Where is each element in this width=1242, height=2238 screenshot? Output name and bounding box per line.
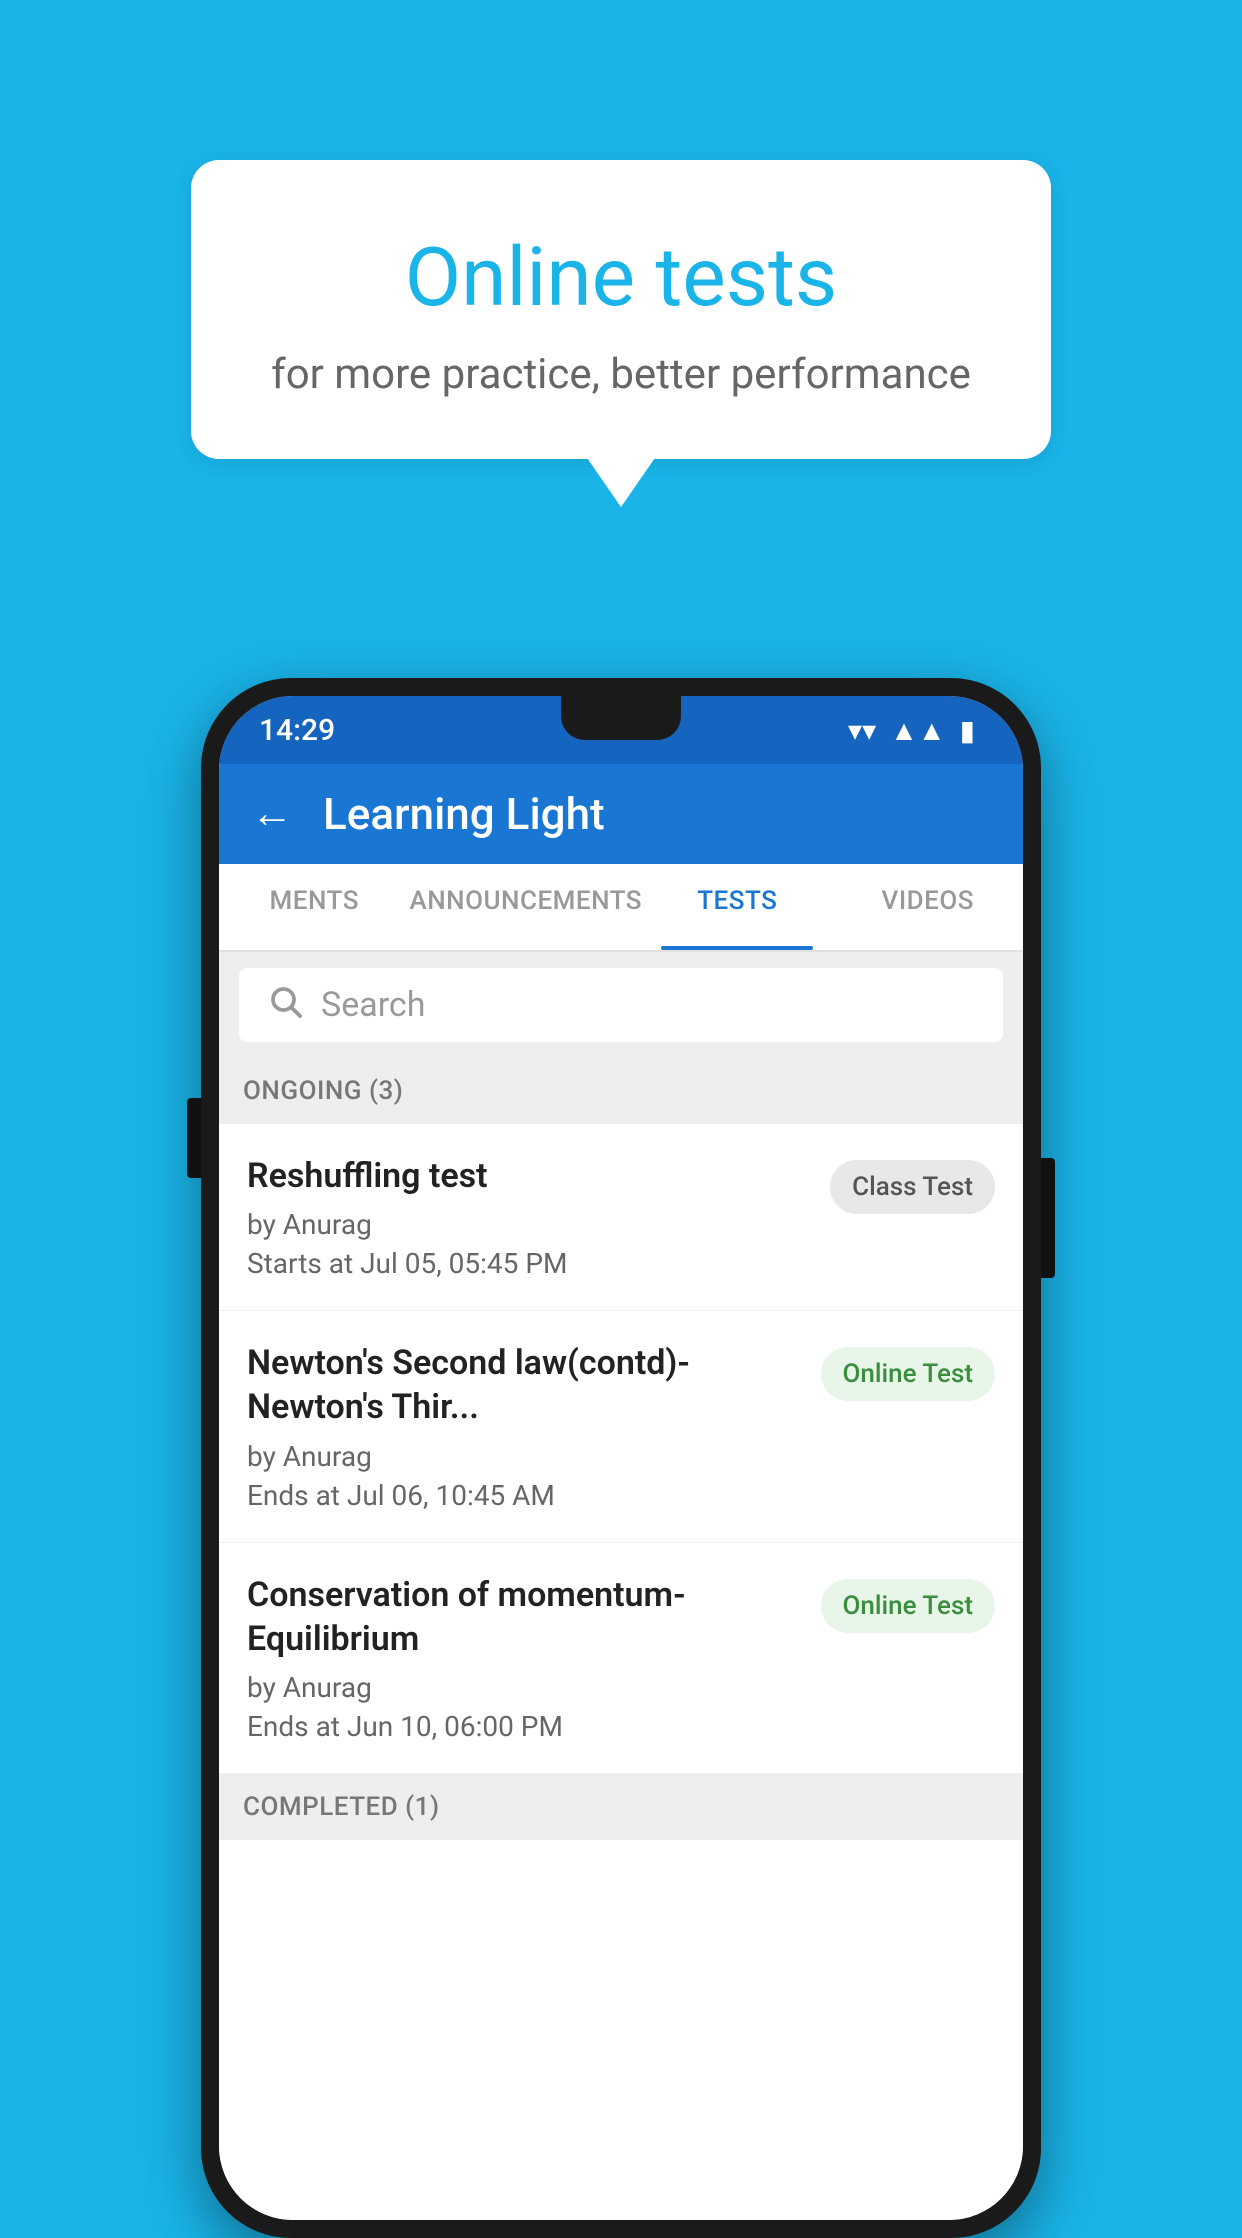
search-icon xyxy=(267,983,303,1028)
speech-bubble: Online tests for more practice, better p… xyxy=(191,160,1051,459)
test-date-conservation: Ends at Jun 10, 06:00 PM xyxy=(247,1710,801,1743)
tab-announcements[interactable]: ANNOUNCEMENTS xyxy=(409,864,642,950)
test-item-newtons[interactable]: Newton's Second law(contd)-Newton's Thir… xyxy=(219,1311,1023,1542)
completed-section-header: COMPLETED (1) xyxy=(219,1774,1023,1840)
phone-screen: 14:29 ▾▾ ▲▲ ▮ ← Learning Light MENTS ANN… xyxy=(219,696,1023,2220)
app-bar-title: Learning Light xyxy=(323,788,605,840)
status-icons: ▾▾ ▲▲ ▮ xyxy=(848,714,975,747)
test-author-reshuffling: by Anurag xyxy=(247,1208,810,1241)
search-bar[interactable]: Search xyxy=(239,968,1003,1042)
app-bar: ← Learning Light xyxy=(219,764,1023,864)
test-date-newtons: Ends at Jul 06, 10:45 AM xyxy=(247,1479,801,1512)
phone-notch xyxy=(561,696,681,740)
test-date-reshuffling: Starts at Jul 05, 05:45 PM xyxy=(247,1247,810,1280)
search-input-placeholder: Search xyxy=(321,985,425,1025)
phone-frame: 14:29 ▾▾ ▲▲ ▮ ← Learning Light MENTS ANN… xyxy=(201,678,1041,2238)
test-badge-class: Class Test xyxy=(830,1160,995,1214)
test-list: Reshuffling test by Anurag Starts at Jul… xyxy=(219,1124,1023,2220)
test-title-reshuffling: Reshuffling test xyxy=(247,1154,810,1198)
test-item-reshuffling[interactable]: Reshuffling test by Anurag Starts at Jul… xyxy=(219,1124,1023,1311)
speech-bubble-container: Online tests for more practice, better p… xyxy=(191,160,1051,459)
test-author-newtons: by Anurag xyxy=(247,1440,801,1473)
test-item-conservation[interactable]: Conservation of momentum-Equilibrium by … xyxy=(219,1543,1023,1774)
status-time: 14:29 xyxy=(259,713,335,748)
wifi-icon: ▾▾ xyxy=(848,714,876,747)
test-author-conservation: by Anurag xyxy=(247,1671,801,1704)
test-badge-online-1: Online Test xyxy=(821,1347,996,1401)
search-container: Search xyxy=(219,952,1023,1058)
test-info-reshuffling: Reshuffling test by Anurag Starts at Jul… xyxy=(247,1154,810,1280)
tab-videos[interactable]: VIDEOS xyxy=(833,864,1023,950)
speech-bubble-title: Online tests xyxy=(251,230,991,326)
tab-tests[interactable]: TESTS xyxy=(642,864,832,950)
test-title-conservation: Conservation of momentum-Equilibrium xyxy=(247,1573,801,1661)
ongoing-section-header: ONGOING (3) xyxy=(219,1058,1023,1124)
speech-bubble-subtitle: for more practice, better performance xyxy=(251,350,991,399)
test-info-newtons: Newton's Second law(contd)-Newton's Thir… xyxy=(247,1341,801,1511)
back-button[interactable]: ← xyxy=(251,793,293,835)
test-title-newtons: Newton's Second law(contd)-Newton's Thir… xyxy=(247,1341,801,1429)
battery-icon: ▮ xyxy=(960,714,975,747)
tab-bar: MENTS ANNOUNCEMENTS TESTS VIDEOS xyxy=(219,864,1023,952)
test-info-conservation: Conservation of momentum-Equilibrium by … xyxy=(247,1573,801,1743)
tab-ments[interactable]: MENTS xyxy=(219,864,409,950)
signal-icon: ▲▲ xyxy=(890,714,945,747)
test-badge-online-2: Online Test xyxy=(821,1579,996,1633)
